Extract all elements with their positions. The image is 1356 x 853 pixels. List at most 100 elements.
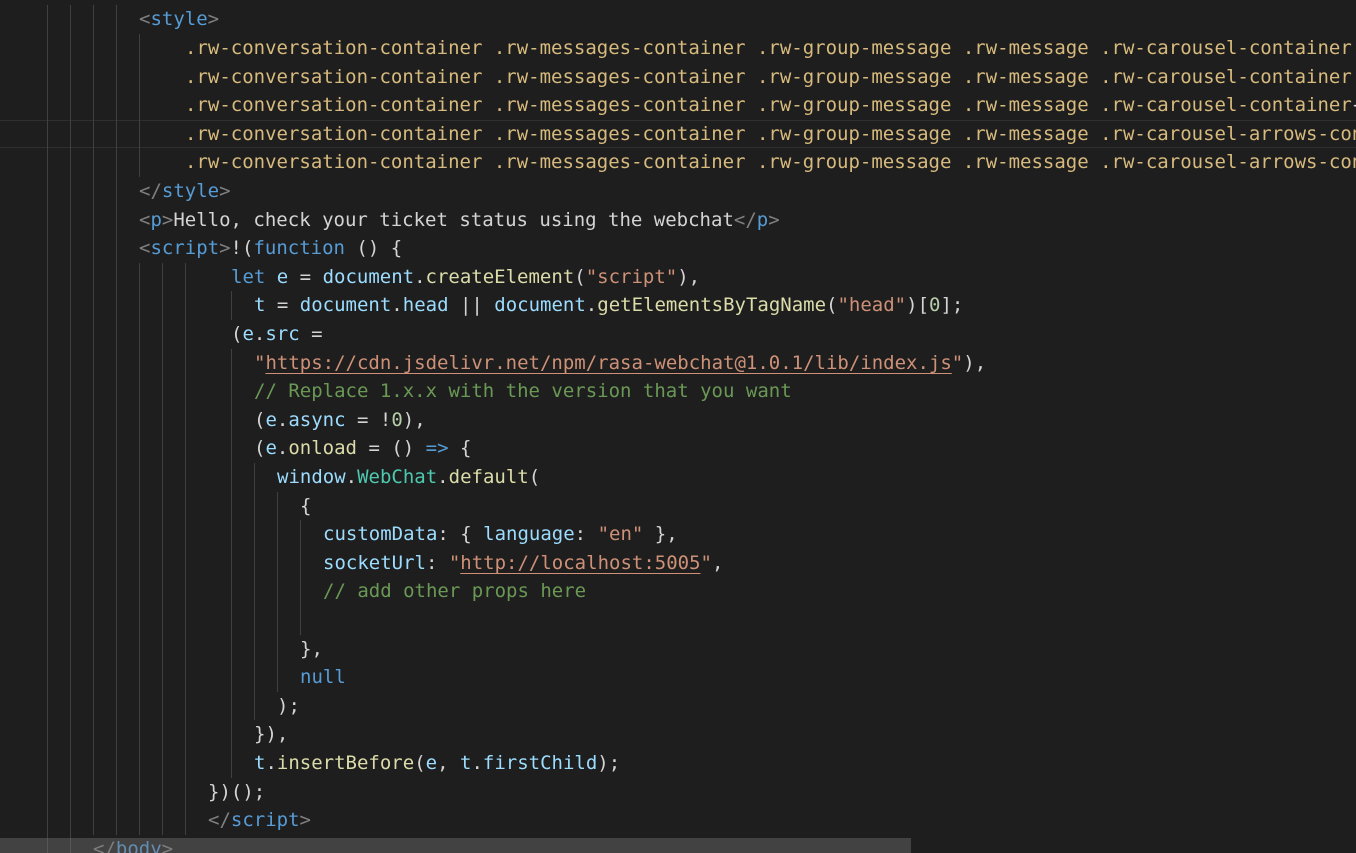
indent-guide	[70, 262, 71, 292]
code-token: "head"	[837, 294, 907, 317]
indent-guide	[139, 377, 140, 406]
code-line[interactable]: .rw-conversation-container .rw-messages-…	[0, 119, 1356, 149]
indent-guide	[47, 520, 48, 549]
code-text: </script>	[208, 806, 311, 835]
indent-guide	[116, 405, 117, 435]
code-token: customData	[323, 523, 438, 546]
code-line[interactable]	[0, 606, 1356, 635]
indent-guide	[47, 205, 48, 235]
code-text: null	[300, 663, 346, 692]
indent-guide	[116, 806, 117, 835]
indent-guide	[139, 434, 140, 463]
indent-guide	[93, 205, 94, 235]
indent-guide	[162, 749, 163, 778]
code-line[interactable]: },	[0, 634, 1356, 664]
indent-guide	[47, 634, 48, 664]
indent-guide	[116, 234, 117, 263]
indent-guide	[231, 749, 232, 778]
code-token: (	[254, 408, 266, 431]
indent-guide	[254, 577, 255, 606]
indent-guide	[116, 520, 117, 549]
code-line[interactable]: <style>	[0, 5, 1356, 34]
code-line[interactable]: (e.async = !0),	[0, 405, 1356, 435]
code-token: ),	[677, 265, 701, 288]
code-line[interactable]: <p>Hello, check your ticket status using…	[0, 205, 1356, 235]
code-token: .	[471, 752, 483, 774]
code-token: .rw-conversation-container .rw-messages-…	[185, 122, 1356, 145]
indent-guide	[47, 720, 48, 749]
indent-guide	[93, 806, 94, 835]
indent-guide	[93, 463, 94, 492]
code-line[interactable]: })();	[0, 777, 1356, 807]
code-token: p	[150, 208, 162, 231]
code-line[interactable]: (e.src =	[0, 320, 1356, 349]
indent-guide	[116, 720, 117, 749]
code-token: insertBefore	[276, 752, 415, 774]
code-line[interactable]: "https://cdn.jsdelivr.net/npm/rasa-webch…	[0, 348, 1356, 378]
indent-guide	[139, 463, 140, 492]
indent-guide	[185, 806, 186, 835]
code-line[interactable]: <script>!(function () {	[0, 234, 1356, 263]
code-line[interactable]: {	[0, 491, 1356, 521]
code-token: >	[219, 237, 231, 260]
code-text: <p>Hello, check your ticket status using…	[139, 206, 780, 235]
indent-guide	[139, 148, 140, 177]
code-line[interactable]: </style>	[0, 177, 1356, 206]
code-line[interactable]: }),	[0, 720, 1356, 749]
code-token: onload	[288, 437, 357, 460]
code-line[interactable]: .rw-conversation-container .rw-messages-…	[0, 62, 1356, 92]
code-token: script	[150, 237, 220, 260]
indent-guide	[139, 806, 140, 835]
indent-guide	[277, 548, 278, 578]
indent-guide	[116, 663, 117, 692]
code-token: ,	[711, 551, 724, 574]
indent-guide	[139, 634, 140, 664]
code-line[interactable]: .rw-conversation-container .rw-messages-…	[0, 148, 1356, 177]
indent-guide	[139, 663, 140, 692]
code-line[interactable]: (e.onload = () => {	[0, 434, 1356, 463]
code-line[interactable]: .rw-conversation-container .rw-messages-…	[0, 34, 1356, 63]
code-token: .rw-conversation-container .rw-messages-…	[185, 37, 1352, 59]
code-line[interactable]: let e = document.createElement("script")…	[0, 262, 1356, 292]
indent-guide	[47, 291, 48, 320]
code-line[interactable]: socketUrl: "http://localhost:5005",	[0, 548, 1356, 578]
horizontal-scrollbar[interactable]	[0, 838, 911, 853]
indent-guide	[185, 606, 186, 635]
code-token: =>	[425, 437, 449, 460]
indent-guide	[300, 520, 301, 549]
indent-guide	[139, 720, 140, 749]
code-line[interactable]: // Replace 1.x.x with the version that y…	[0, 377, 1356, 406]
code-token: document	[322, 265, 415, 288]
indent-guide	[139, 405, 140, 435]
indent-guide	[116, 148, 117, 177]
indent-guide	[116, 119, 117, 149]
code-line[interactable]: t = document.head || document.getElement…	[0, 291, 1356, 320]
code-token: {	[1352, 94, 1356, 116]
code-line[interactable]: t.insertBefore(e, t.firstChild);	[0, 749, 1356, 778]
code-line[interactable]: .rw-conversation-container .rw-messages-…	[0, 91, 1356, 120]
code-token: ];	[940, 294, 964, 317]
indent-guide	[231, 691, 232, 721]
indent-guide	[70, 720, 71, 749]
code-token: let	[231, 265, 266, 288]
code-token: },	[300, 637, 323, 660]
indent-guide	[116, 548, 117, 578]
code-token: .	[276, 408, 289, 431]
code-line[interactable]: // add other props here	[0, 577, 1356, 606]
code-line[interactable]: null	[0, 663, 1356, 692]
code-token: // add other props here	[323, 580, 587, 603]
code-line[interactable]: </script>	[0, 806, 1356, 835]
code-text: .rw-conversation-container .rw-messages-…	[185, 34, 1356, 63]
code-editor[interactable]: <style> .rw-conversation-container .rw-me…	[0, 0, 1356, 853]
indent-guide	[47, 606, 48, 635]
indent-guide	[70, 377, 71, 406]
indent-guide	[231, 377, 232, 406]
code-token: Hello, check your ticket status using th…	[173, 208, 734, 231]
code-line[interactable]: customData: { language: "en" },	[0, 520, 1356, 549]
code-token: socketUrl	[323, 551, 426, 574]
code-line[interactable]: window.WebChat.default(	[0, 463, 1356, 492]
code-text: let e = document.createElement("script")…	[231, 263, 700, 292]
code-line[interactable]: );	[0, 691, 1356, 721]
code-token: </	[139, 180, 162, 202]
indent-guide	[116, 177, 117, 206]
